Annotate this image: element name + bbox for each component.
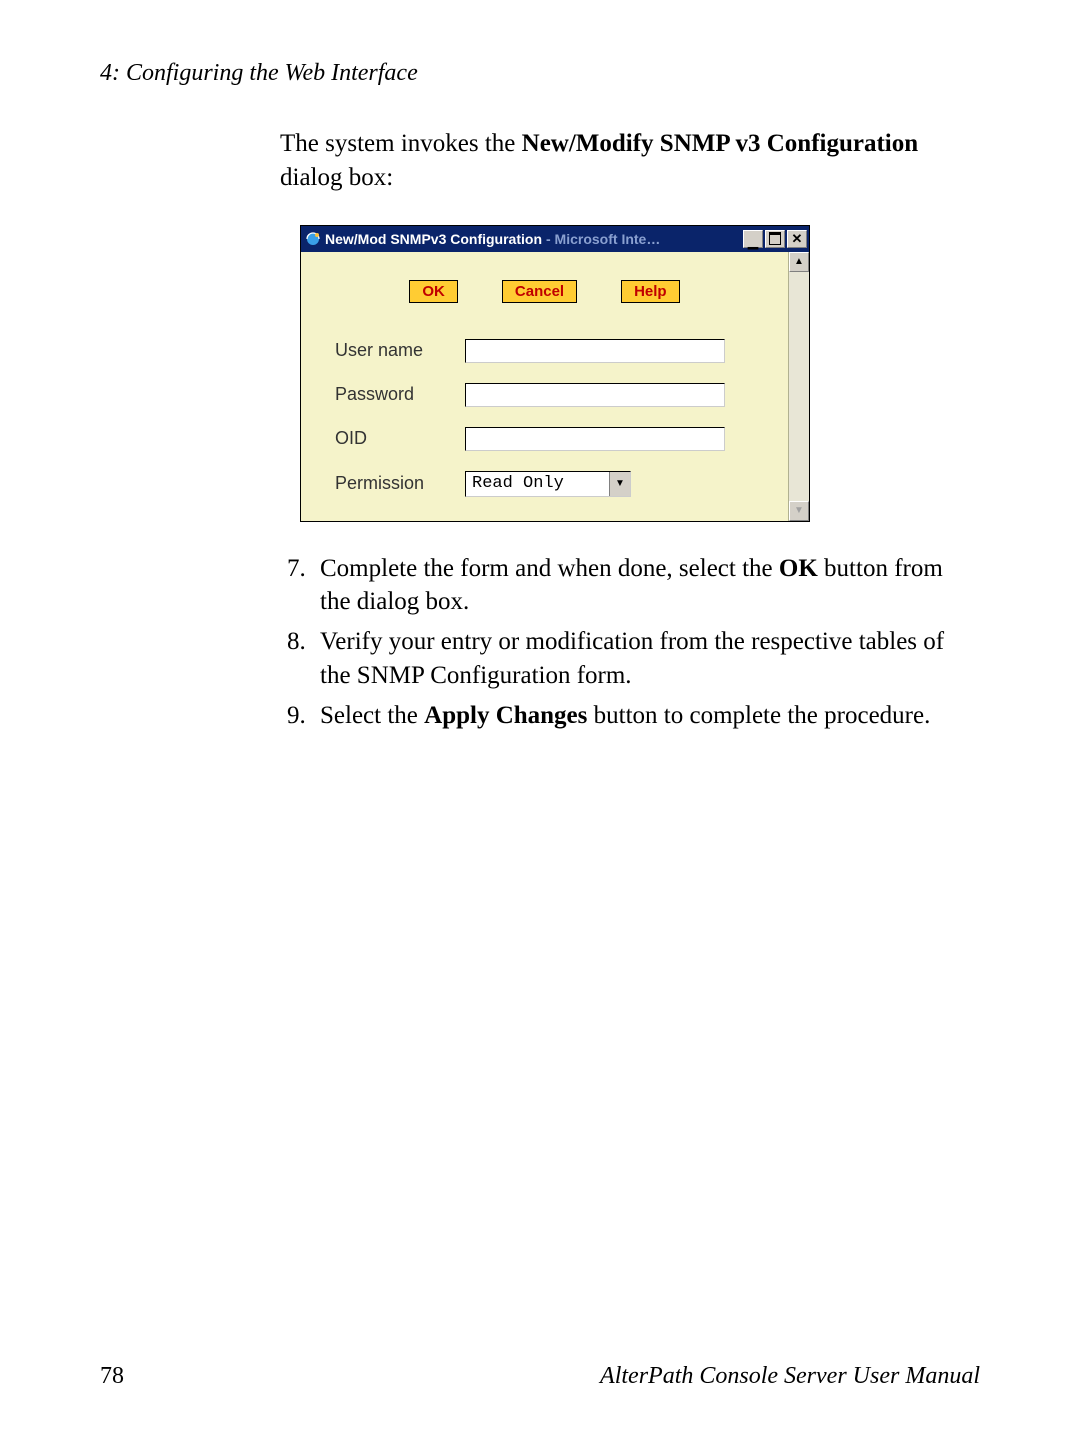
password-input[interactable]	[465, 383, 725, 407]
maximize-button[interactable]	[765, 230, 785, 248]
permission-value: Read Only	[466, 472, 609, 496]
oid-label: OID	[335, 428, 465, 449]
username-input[interactable]	[465, 339, 725, 363]
page-number: 78	[100, 1363, 124, 1390]
permission-label: Permission	[335, 473, 465, 494]
step-9-bold: Apply Changes	[424, 702, 587, 729]
intro-prefix: The system invokes the	[280, 130, 522, 157]
minimize-button[interactable]: ▁	[743, 230, 763, 248]
oid-input[interactable]	[465, 427, 725, 451]
dialog-window: New/Mod SNMPv3 Configuration - Microsoft…	[300, 225, 810, 522]
scrollbar[interactable]: ▲ ▼	[788, 252, 809, 521]
cancel-button[interactable]: Cancel	[502, 280, 577, 303]
step-list: Complete the form and when done, select …	[280, 552, 970, 733]
window-title-suffix: - Microsoft Inte…	[546, 231, 743, 247]
step-7: Complete the form and when done, select …	[312, 552, 970, 620]
window-title: New/Mod SNMPv3 Configuration	[325, 231, 542, 247]
permission-select[interactable]: Read Only ▼	[465, 471, 631, 497]
step-7-text-a: Complete the form and when done, select …	[320, 555, 779, 582]
close-button[interactable]: ✕	[787, 230, 807, 248]
help-button[interactable]: Help	[621, 280, 680, 303]
chapter-heading: 4: Configuring the Web Interface	[100, 60, 980, 87]
scroll-up-icon[interactable]: ▲	[789, 252, 809, 272]
step-7-bold: OK	[779, 555, 818, 582]
chevron-down-icon[interactable]: ▼	[609, 472, 630, 496]
scroll-down-icon[interactable]: ▼	[789, 501, 809, 521]
intro-paragraph: The system invokes the New/Modify SNMP v…	[280, 127, 970, 195]
password-label: Password	[335, 384, 465, 405]
ie-icon	[305, 231, 321, 247]
intro-suffix: dialog box:	[280, 164, 393, 191]
dialog-body: OK Cancel Help User name Password OID Pe…	[301, 252, 788, 521]
username-label: User name	[335, 340, 465, 361]
intro-bold: New/Modify SNMP v3 Configuration	[522, 130, 919, 157]
titlebar: New/Mod SNMPv3 Configuration - Microsoft…	[301, 226, 809, 252]
step-9-text-c: button to complete the procedure.	[587, 702, 930, 729]
step-8: Verify your entry or modification from t…	[312, 625, 970, 693]
step-9: Select the Apply Changes button to compl…	[312, 699, 970, 733]
dialog-screenshot: New/Mod SNMPv3 Configuration - Microsoft…	[300, 225, 830, 522]
step-9-text-a: Select the	[320, 702, 424, 729]
step-8-text: Verify your entry or modification from t…	[320, 628, 944, 689]
manual-title: AlterPath Console Server User Manual	[600, 1363, 980, 1390]
page-footer: 78 AlterPath Console Server User Manual	[100, 1363, 980, 1390]
ok-button[interactable]: OK	[409, 280, 458, 303]
